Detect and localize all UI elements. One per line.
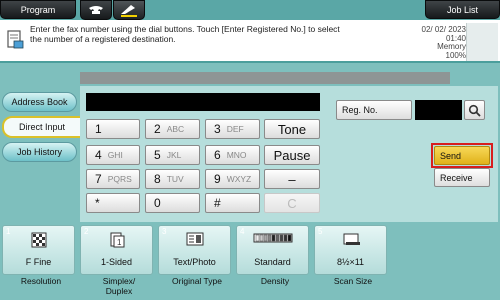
reg-no-search-button[interactable] [464, 100, 485, 120]
setting-index: 3 [162, 227, 167, 236]
setting-scan-size[interactable]: 5 8½×11 [314, 225, 387, 275]
key-digit: 7 [95, 172, 102, 186]
key-5[interactable]: 5 JKL [145, 145, 200, 165]
key-digit: 3 [214, 122, 221, 136]
tab-direct-input[interactable]: Direct Input [2, 116, 80, 138]
paper-size-icon [343, 233, 360, 245]
status-info: 02/ 02/ 2023 01:40 Memory 100% [386, 25, 466, 60]
setting-simplex-duplex[interactable]: 2 1 1-Sided [80, 225, 153, 275]
key-2[interactable]: 2 ABC [145, 119, 200, 139]
key-0[interactable]: 0 [145, 193, 200, 213]
density-scale-icon [253, 233, 292, 243]
receive-label: Receive [440, 172, 473, 183]
key-letters: JKL [166, 150, 182, 160]
memory-indicator-area [466, 23, 498, 61]
tab-job-history[interactable]: Job History [2, 142, 77, 162]
setting-resolution[interactable]: 1 F Fine [2, 225, 75, 275]
setting-value: 8½×11 [336, 257, 365, 267]
tone-button[interactable]: Tone [264, 119, 320, 139]
job-list-label: Job List [446, 4, 479, 15]
program-label: Program [20, 4, 56, 15]
setting-value: 1-Sided [100, 257, 133, 267]
setting-value: Standard [254, 257, 291, 267]
svg-text:1: 1 [117, 238, 122, 247]
clear-button[interactable]: C [264, 193, 320, 213]
setting-label-original-type: Original Type [172, 276, 222, 286]
reg-no-button[interactable]: Reg. No. [336, 100, 412, 120]
key-digit: * [95, 196, 100, 210]
key-3[interactable]: 3 DEF [205, 119, 260, 139]
fax-handset-icon [121, 5, 137, 17]
instruction-message: Enter the fax number using the dial butt… [30, 24, 340, 44]
key-hash[interactable]: # [205, 193, 260, 213]
key-letters: PQRS [107, 174, 132, 184]
tab-address-book[interactable]: Address Book [2, 92, 77, 112]
phone-mode-button[interactable] [80, 0, 112, 20]
job-list-button[interactable]: Job List [425, 0, 500, 19]
key-digit: 1 [95, 122, 102, 136]
key-digit: 4 [95, 148, 102, 162]
dash-button[interactable]: – [264, 169, 320, 189]
key-star[interactable]: * [86, 193, 140, 213]
memory-value: 100% [445, 50, 466, 60]
text-photo-icon [186, 232, 203, 246]
key-4[interactable]: 4 GHI [86, 145, 140, 165]
key-9[interactable]: 9 WXYZ [205, 169, 260, 189]
pause-button[interactable]: Pause [264, 145, 320, 165]
send-label: Send [440, 150, 462, 161]
setting-value: F Fine [25, 257, 52, 267]
setting-label-simplex-duplex: Simplex/ Duplex [102, 276, 136, 296]
setting-density[interactable]: 4 Standard [236, 225, 309, 275]
reg-no-label: Reg. No. [342, 105, 378, 115]
send-button[interactable]: Send [434, 146, 490, 165]
setting-original-type[interactable]: 3 Text/Photo [158, 225, 231, 275]
one-sided-icon: 1 [110, 232, 124, 248]
setting-index: 1 [6, 227, 11, 236]
key-letters: MNO [226, 150, 247, 160]
dash-label: – [288, 171, 296, 187]
key-digit: 2 [154, 122, 161, 136]
tab-label: Address Book [11, 97, 68, 107]
key-letters: ABC [166, 124, 185, 134]
fax-mode-button[interactable] [113, 0, 145, 20]
tab-label: Direct Input [18, 122, 66, 132]
telephone-icon [89, 6, 103, 14]
tab-label: Job History [16, 147, 62, 157]
key-6[interactable]: 6 MNO [205, 145, 260, 165]
program-button[interactable]: Program [0, 0, 76, 19]
setting-label-density: Density [260, 276, 290, 286]
setting-label-scan-size: Scan Size [333, 276, 373, 286]
setting-index: 5 [318, 227, 323, 236]
key-1[interactable]: 1 [86, 119, 140, 139]
key-letters: DEF [226, 124, 244, 134]
key-digit: 8 [154, 172, 161, 186]
key-8[interactable]: 8 TUV [145, 169, 200, 189]
setting-label-resolution: Resolution [20, 276, 62, 286]
pause-label: Pause [273, 147, 311, 163]
resolution-icon [31, 232, 46, 248]
document-scan-icon [6, 30, 24, 55]
key-letters: WXYZ [226, 174, 252, 184]
fax-number-display[interactable] [86, 93, 320, 111]
clear-label: C [287, 195, 297, 211]
search-icon [468, 104, 481, 117]
receive-button[interactable]: Receive [434, 168, 490, 187]
setting-index: 2 [84, 227, 89, 236]
key-digit: 6 [214, 148, 221, 162]
setting-index: 4 [240, 227, 245, 236]
destination-strip [80, 72, 450, 84]
reg-no-display [415, 100, 462, 120]
tone-label: Tone [277, 121, 307, 137]
key-digit: 0 [154, 196, 161, 210]
key-digit: 9 [214, 172, 221, 186]
key-letters: GHI [107, 150, 123, 160]
key-digit: # [214, 196, 221, 210]
setting-value: Text/Photo [173, 257, 216, 267]
key-7[interactable]: 7 PQRS [86, 169, 140, 189]
key-digit: 5 [154, 148, 161, 162]
key-letters: TUV [166, 174, 184, 184]
